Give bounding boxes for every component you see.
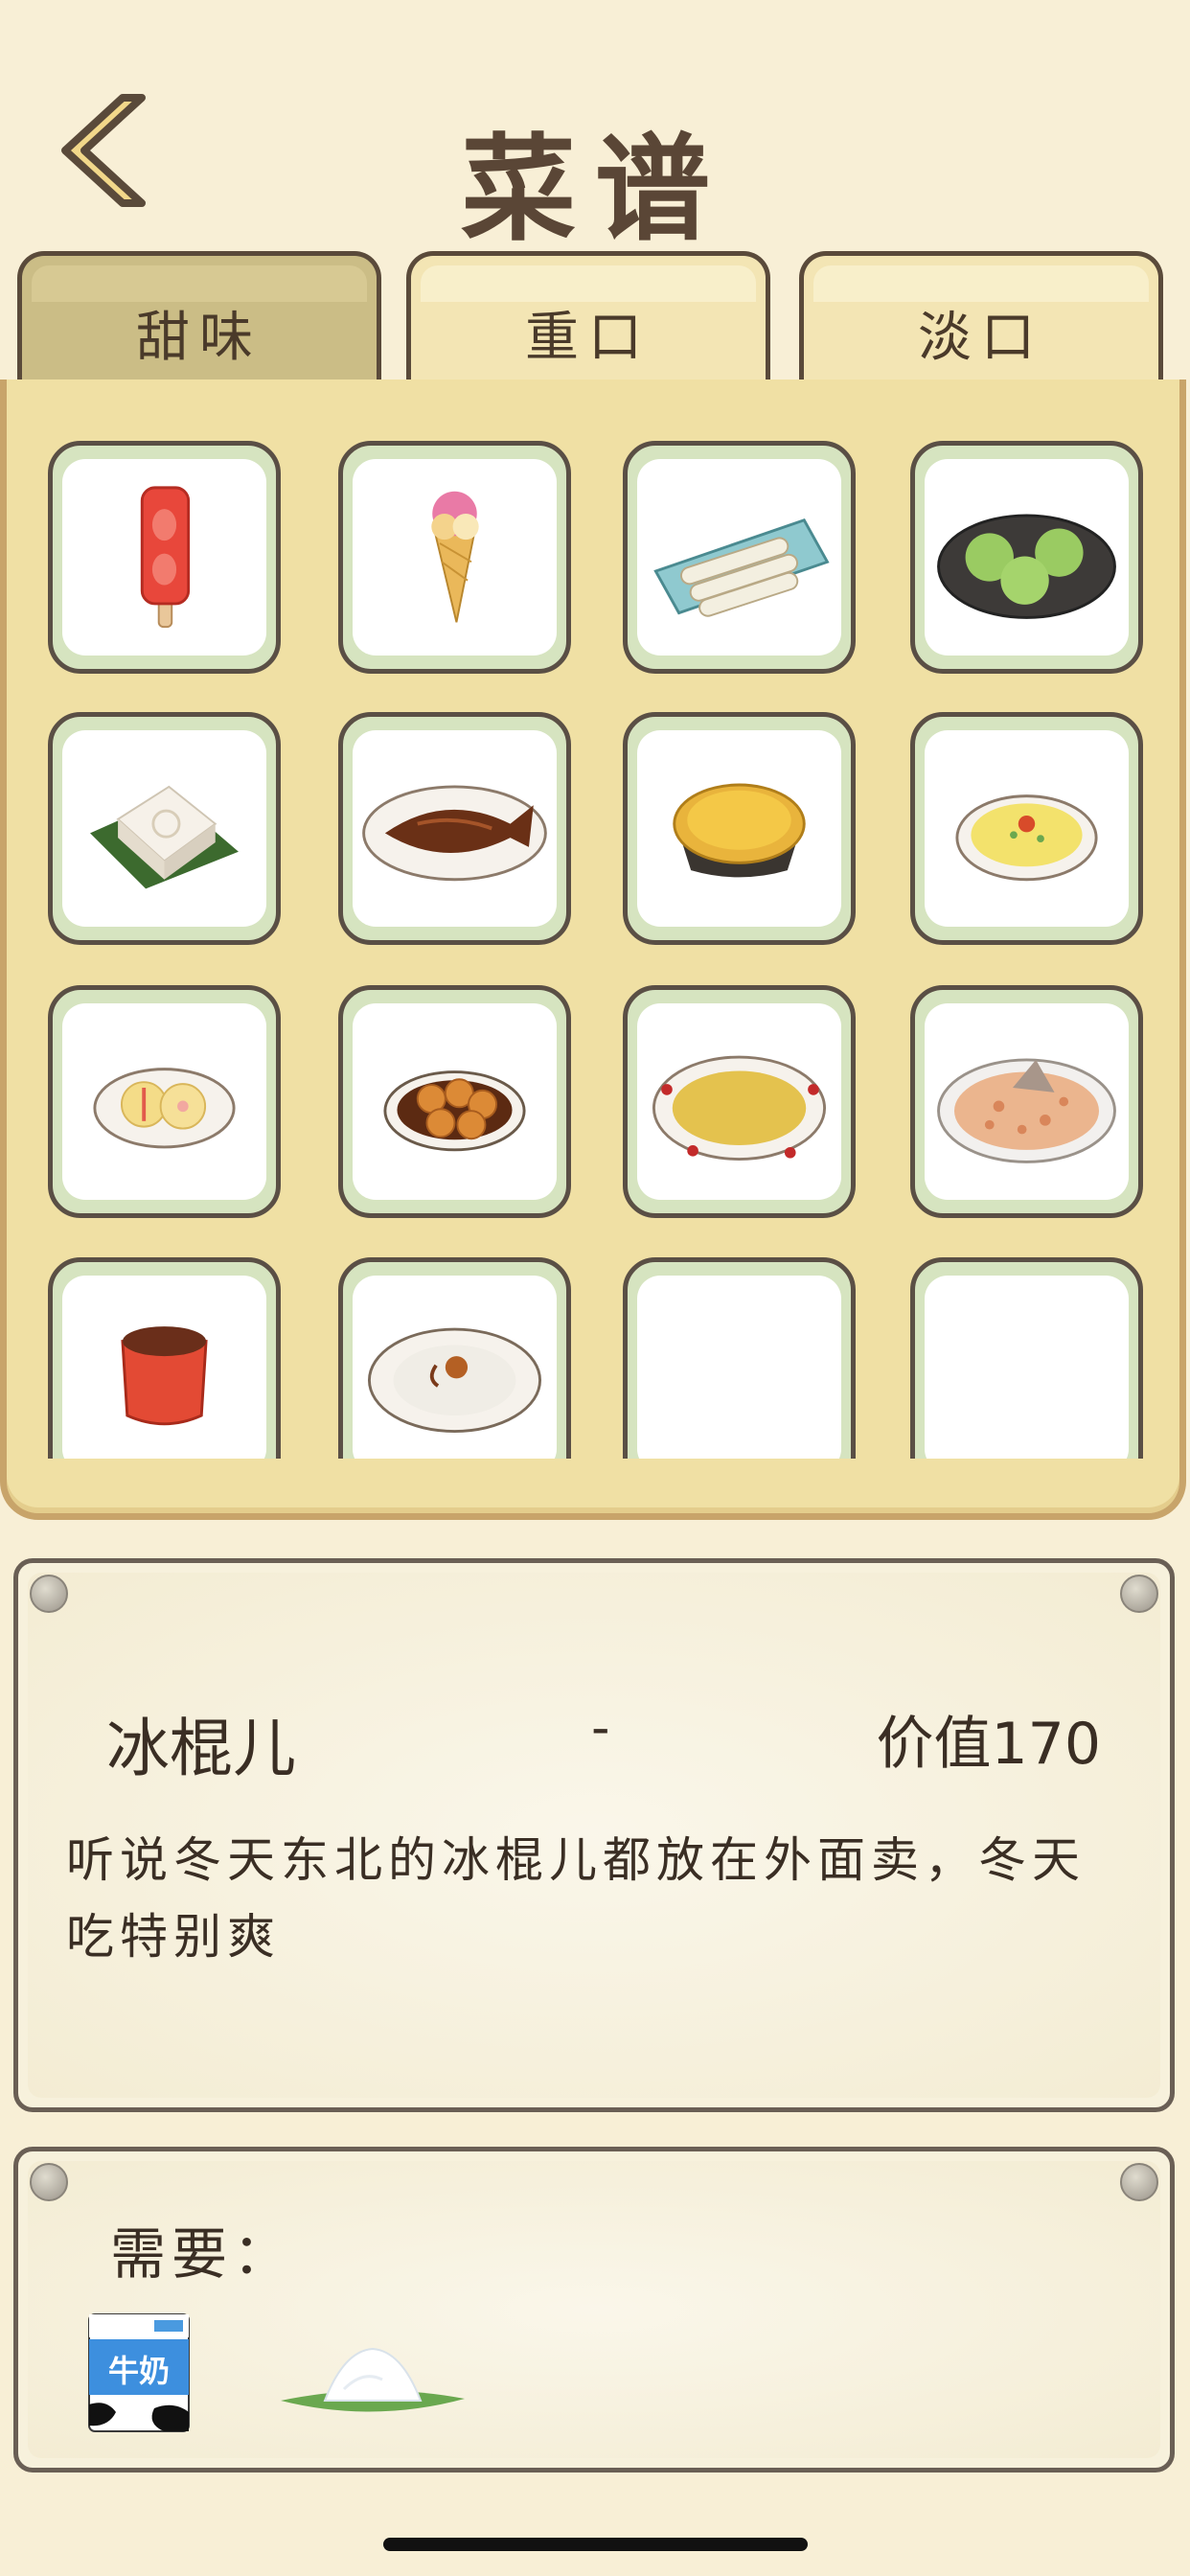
- milk-carton-icon[interactable]: 牛奶: [87, 2312, 191, 2433]
- home-indicator[interactable]: [383, 2538, 808, 2551]
- recipe-slot-fried-rice[interactable]: [910, 985, 1143, 1218]
- tab-label: 淡口: [918, 306, 1044, 369]
- recipe-slot-ice-cream[interactable]: [338, 441, 571, 674]
- sugar-pile-icon[interactable]: [277, 2332, 469, 2427]
- tab-label: 甜味: [136, 306, 263, 369]
- green-dumplings-icon: [937, 514, 1116, 619]
- recipe-slot-empty[interactable]: [623, 1257, 856, 1459]
- page-title: 菜谱: [461, 124, 729, 257]
- pancakes-icon: [93, 1068, 236, 1149]
- popsicle-icon: [140, 486, 191, 629]
- pin-icon: [30, 2163, 68, 2201]
- recipe-slot-red-bean-cup[interactable]: [48, 1257, 281, 1459]
- recipe-detail-card: 冰棍儿 - 价值170 听说冬天东北的冰棍儿都放在外面卖，冬天吃特别爽: [13, 1558, 1175, 2112]
- soup-plate-icon: [652, 1055, 827, 1161]
- recipe-slot-rice-pudding[interactable]: [338, 1257, 571, 1459]
- recipe-slot-soup[interactable]: [623, 985, 856, 1218]
- tab-sweet[interactable]: 甜味: [17, 251, 381, 380]
- name-price-separator: -: [591, 1697, 610, 1758]
- recipe-slot-braised-fish[interactable]: [338, 712, 571, 945]
- fried-rice-icon: [937, 1058, 1116, 1163]
- recipe-slot-empty[interactable]: [910, 1257, 1143, 1459]
- braised-fish-icon: [362, 785, 547, 882]
- rice-rolls-icon: [653, 518, 830, 617]
- red-bean-cup-icon: [121, 1326, 208, 1426]
- ice-cream-cone-icon: [431, 491, 479, 623]
- category-tabs: 甜味 重口 淡口: [17, 251, 1177, 380]
- rice-pudding-icon: [367, 1327, 542, 1433]
- pin-icon: [1120, 1575, 1158, 1613]
- pin-icon: [30, 1575, 68, 1613]
- dish-price: 价值170: [876, 1711, 1101, 1778]
- dish-description: 听说冬天东北的冰棍儿都放在外面卖，冬天吃特别爽: [66, 1832, 1086, 1965]
- recipe-slot-glazed-balls[interactable]: [338, 985, 571, 1218]
- tab-heavy[interactable]: 重口: [406, 251, 770, 380]
- milk-label: 牛奶: [108, 2353, 170, 2389]
- recipe-slot-popsicle[interactable]: [48, 441, 281, 674]
- glazed-balls-icon: [383, 1070, 526, 1152]
- recipe-slot-rice-rolls[interactable]: [623, 441, 856, 674]
- white-cake-icon: [90, 785, 239, 889]
- tab-label: 重口: [525, 306, 652, 369]
- recipe-slot-omelette[interactable]: [910, 712, 1143, 945]
- recipe-grid: [48, 441, 1145, 1459]
- tab-light[interactable]: 淡口: [799, 251, 1163, 380]
- recipe-slot-egg-tart[interactable]: [623, 712, 856, 945]
- dish-name: 冰棍儿: [106, 1712, 296, 1785]
- requirements-card: 需要： 牛奶: [13, 2147, 1175, 2472]
- recipe-slot-pancakes[interactable]: [48, 985, 281, 1218]
- omelette-icon: [955, 794, 1098, 882]
- requirements-label: 需要：: [110, 2221, 295, 2287]
- recipe-slot-green-dumplings[interactable]: [910, 441, 1143, 674]
- recipe-slot-white-cake[interactable]: [48, 712, 281, 945]
- egg-tart-icon: [673, 783, 806, 878]
- pin-icon: [1120, 2163, 1158, 2201]
